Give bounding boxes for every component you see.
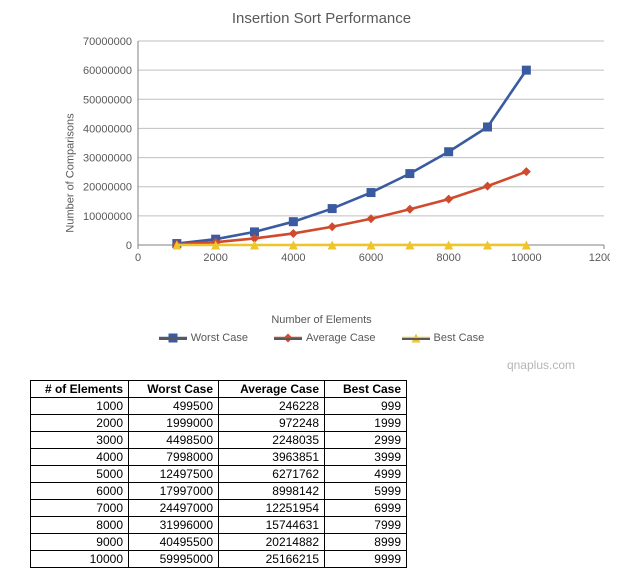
table-row: 1000059995000251662159999 <box>31 551 407 568</box>
cell: 2248035 <box>219 432 325 449</box>
table-row: 3000449850022480352999 <box>31 432 407 449</box>
cell: 7999 <box>325 517 407 534</box>
cell: 8000 <box>31 517 129 534</box>
svg-text:20000000: 20000000 <box>83 182 132 194</box>
cell: 31996000 <box>129 517 219 534</box>
svg-text:60000000: 60000000 <box>83 65 132 77</box>
table-row: 1000499500246228999 <box>31 398 407 415</box>
svg-text:40000000: 40000000 <box>83 123 132 135</box>
cell: 25166215 <box>219 551 325 568</box>
col-header: Worst Case <box>129 381 219 398</box>
cell: 59995000 <box>129 551 219 568</box>
col-header: # of Elements <box>31 381 129 398</box>
table-row: 4000799800039638513999 <box>31 449 407 466</box>
table-row: 800031996000157446317999 <box>31 517 407 534</box>
svg-text:2000: 2000 <box>203 252 227 264</box>
chart-plot: 0 10000000 20000000 30000000 40000000 5000000… <box>70 37 610 267</box>
cell: 4999 <box>325 466 407 483</box>
cell: 2000 <box>31 415 129 432</box>
cell: 3963851 <box>219 449 325 466</box>
cell: 8999 <box>325 534 407 551</box>
chart-area: Number of Comparisons 010000000200000003… <box>8 35 635 310</box>
legend-best: Best Case <box>402 332 485 344</box>
legend-worst-label: Worst Case <box>191 332 248 344</box>
svg-text:0: 0 <box>126 240 132 252</box>
table-row: 60001799700089981425999 <box>31 483 407 500</box>
cell: 6000 <box>31 483 129 500</box>
cell: 15744631 <box>219 517 325 534</box>
cell: 499500 <box>129 398 219 415</box>
chart-legend: Worst Case Average Case Best Case <box>8 332 635 344</box>
cell: 6271762 <box>219 466 325 483</box>
chart-title: Insertion Sort Performance <box>8 10 635 27</box>
cell: 1999000 <box>129 415 219 432</box>
cell: 5999 <box>325 483 407 500</box>
table-row: 50001249750062717624999 <box>31 466 407 483</box>
table-row: 200019990009722481999 <box>31 415 407 432</box>
svg-text:6000: 6000 <box>359 252 383 264</box>
col-header: Average Case <box>219 381 325 398</box>
legend-avg-label: Average Case <box>306 332 376 344</box>
cell: 972248 <box>219 415 325 432</box>
svg-text:12000: 12000 <box>589 252 610 264</box>
cell: 7998000 <box>129 449 219 466</box>
legend-avg: Average Case <box>274 332 376 344</box>
svg-text:70000000: 70000000 <box>83 37 132 48</box>
cell: 10000 <box>31 551 129 568</box>
cell: 4000 <box>31 449 129 466</box>
data-table: # of ElementsWorst CaseAverage CaseBest … <box>30 380 407 568</box>
cell: 2999 <box>325 432 407 449</box>
svg-text:4000: 4000 <box>281 252 305 264</box>
cell: 246228 <box>219 398 325 415</box>
col-header: Best Case <box>325 381 407 398</box>
cell: 9999 <box>325 551 407 568</box>
x-axis-label: Number of Elements <box>8 314 635 326</box>
cell: 9000 <box>31 534 129 551</box>
cell: 999 <box>325 398 407 415</box>
svg-text:0: 0 <box>135 252 141 264</box>
cell: 12497500 <box>129 466 219 483</box>
table-row: 700024497000122519546999 <box>31 500 407 517</box>
table-row: 900040495500202148828999 <box>31 534 407 551</box>
cell: 3999 <box>325 449 407 466</box>
cell: 4498500 <box>129 432 219 449</box>
cell: 40495500 <box>129 534 219 551</box>
cell: 17997000 <box>129 483 219 500</box>
legend-best-label: Best Case <box>434 332 485 344</box>
cell: 20214882 <box>219 534 325 551</box>
cell: 1000 <box>31 398 129 415</box>
cell: 24497000 <box>129 500 219 517</box>
watermark: qnaplus.com <box>8 358 635 372</box>
cell: 1999 <box>325 415 407 432</box>
cell: 8998142 <box>219 483 325 500</box>
legend-worst: Worst Case <box>159 332 248 344</box>
cell: 6999 <box>325 500 407 517</box>
svg-text:8000: 8000 <box>436 252 460 264</box>
svg-text:50000000: 50000000 <box>83 94 132 106</box>
cell: 7000 <box>31 500 129 517</box>
cell: 5000 <box>31 466 129 483</box>
cell: 12251954 <box>219 500 325 517</box>
cell: 3000 <box>31 432 129 449</box>
svg-text:30000000: 30000000 <box>83 153 132 165</box>
svg-text:10000: 10000 <box>511 252 542 264</box>
svg-text:10000000: 10000000 <box>83 211 132 223</box>
